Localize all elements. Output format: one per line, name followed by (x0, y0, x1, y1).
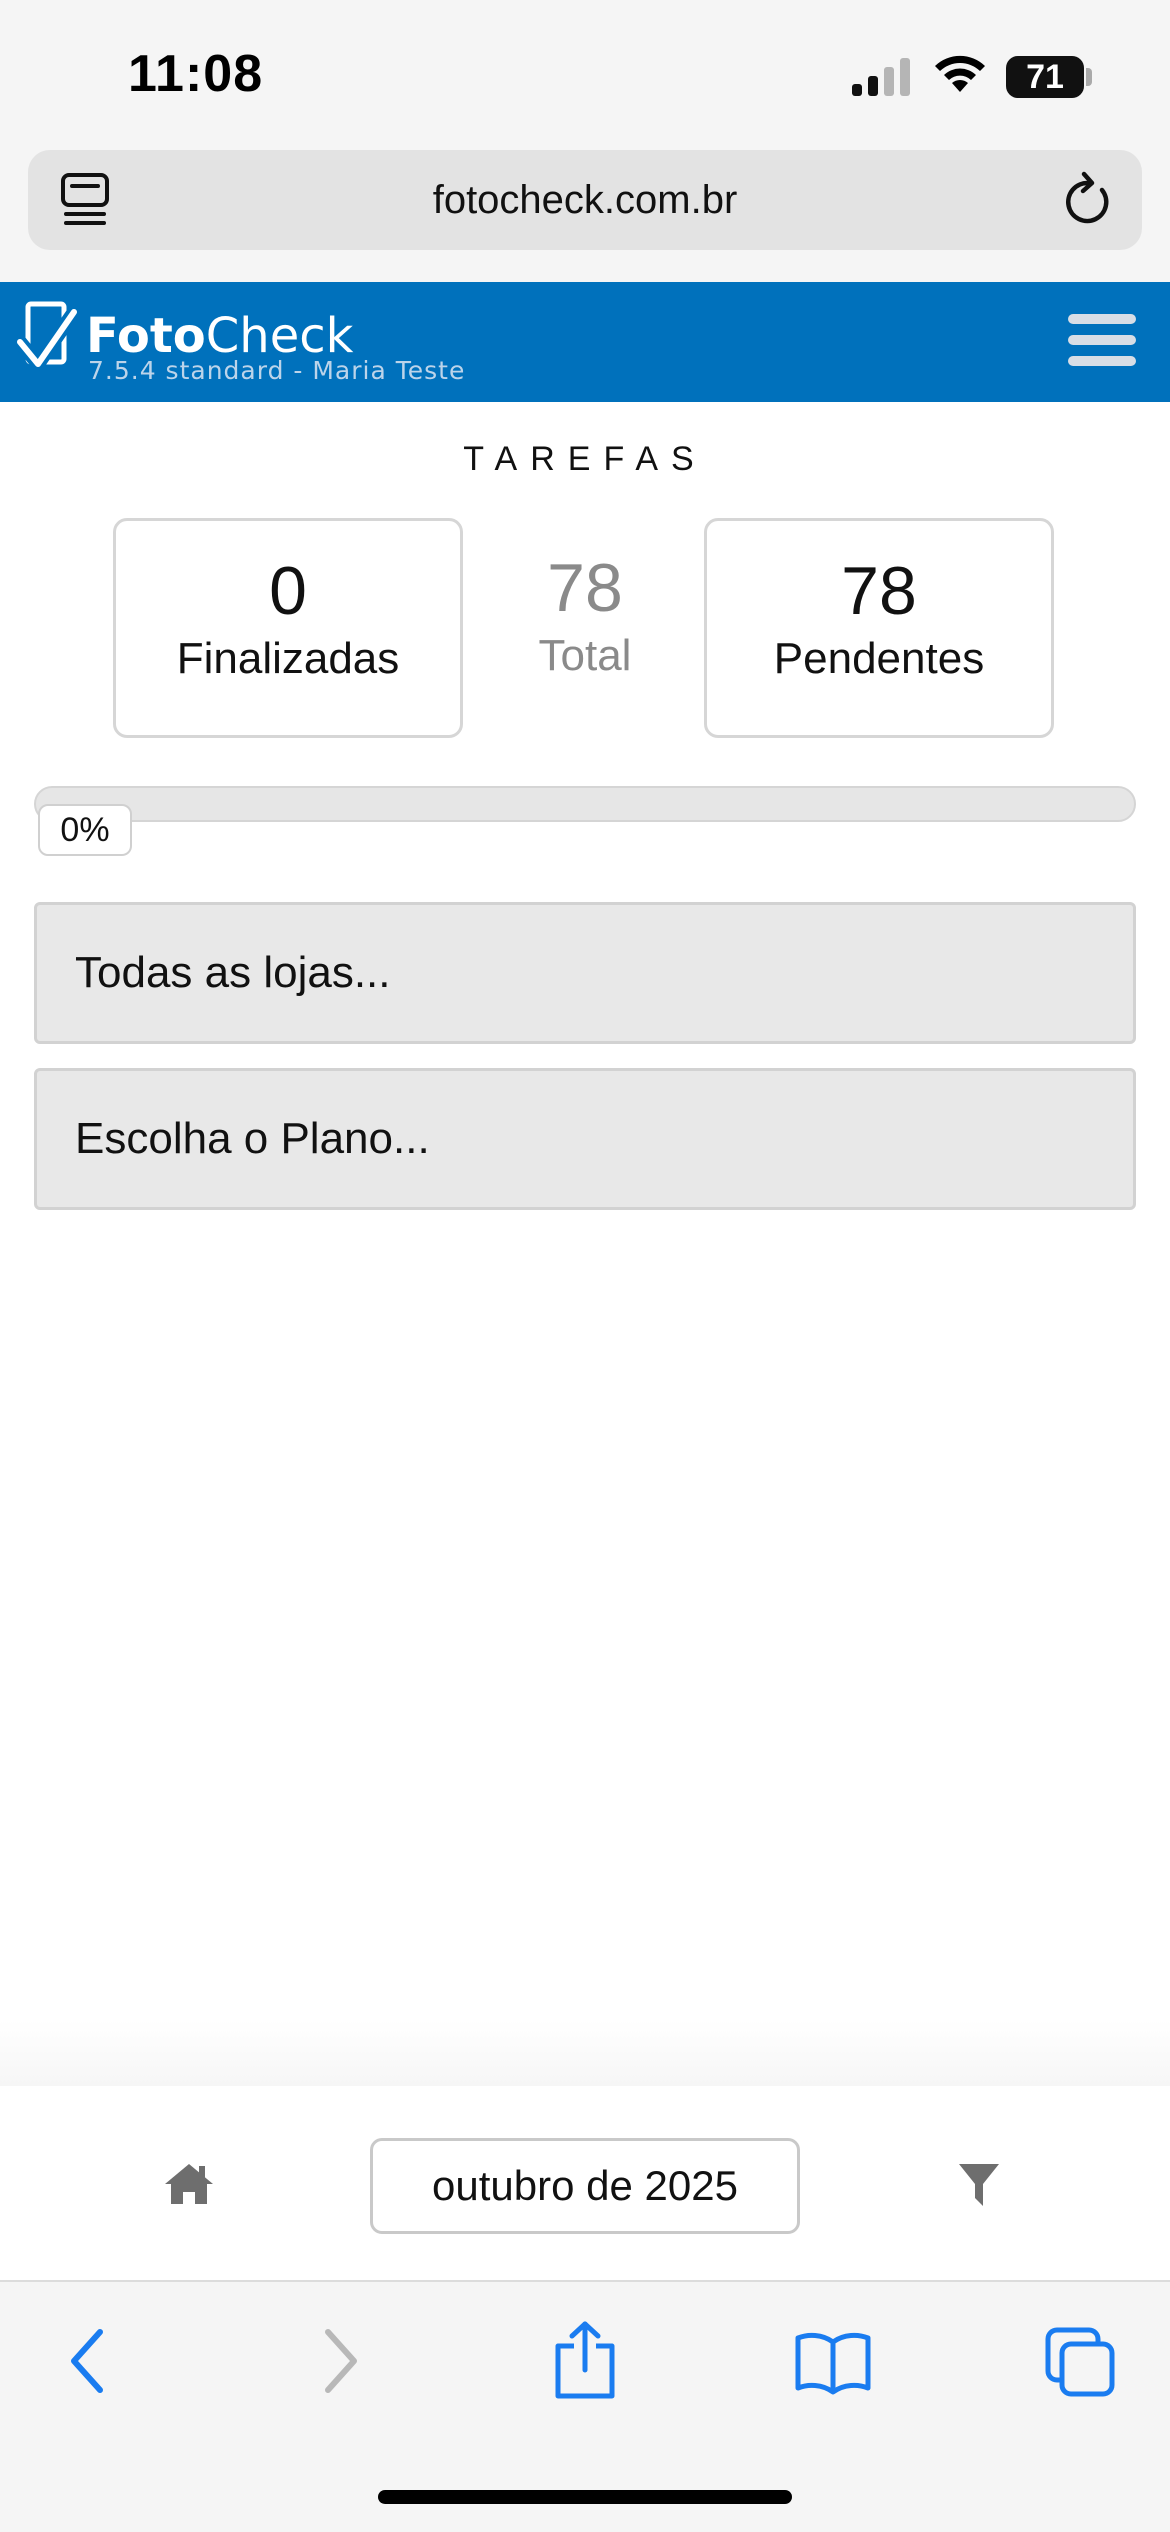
pending-label: Pendentes (773, 634, 985, 683)
cellular-signal-icon (852, 58, 914, 103)
plan-select[interactable]: Escolha o Plano... (34, 1068, 1136, 1210)
finished-tasks-card[interactable]: 0 Finalizadas (113, 518, 463, 738)
month-selector-button[interactable]: outubro de 2025 (370, 2138, 800, 2234)
bookmarks-icon[interactable] (794, 2330, 872, 2401)
finished-count: 0 (269, 553, 307, 629)
total-tasks: 78 Total (470, 548, 700, 684)
total-label: Total (538, 631, 632, 680)
home-icon[interactable] (163, 2162, 215, 2211)
url-text[interactable]: fotocheck.com.br (0, 150, 1170, 250)
progress-bar (34, 786, 1136, 822)
tasks-title: TAREFAS (463, 440, 707, 478)
stores-select[interactable]: Todas as lojas... (34, 902, 1136, 1044)
checkmark-logo-icon (13, 300, 81, 379)
total-count: 78 (547, 550, 623, 626)
version-user-label: 7.5.4 standard - Maria Teste (88, 356, 466, 385)
battery-tip (1086, 68, 1092, 86)
back-icon[interactable] (66, 2326, 110, 2401)
pending-tasks-card[interactable]: 78 Pendentes (704, 518, 1054, 738)
tabs-icon[interactable] (1044, 2326, 1116, 2403)
home-indicator[interactable] (378, 2490, 792, 2504)
pending-count: 78 (841, 553, 917, 629)
footer-shadow (0, 2020, 1170, 2086)
filter-icon[interactable] (957, 2162, 1001, 2213)
hamburger-menu-icon[interactable] (1068, 314, 1136, 377)
progress-label: 0% (38, 804, 132, 856)
wifi-icon (932, 52, 988, 99)
forward-icon[interactable] (318, 2326, 362, 2401)
share-icon[interactable] (552, 2320, 618, 2405)
battery-indicator: 71 (1006, 56, 1084, 98)
finished-label: Finalizadas (176, 634, 400, 683)
reload-icon[interactable] (1062, 170, 1114, 233)
reader-mode-icon[interactable] (60, 172, 110, 233)
status-time: 11:08 (128, 45, 264, 103)
